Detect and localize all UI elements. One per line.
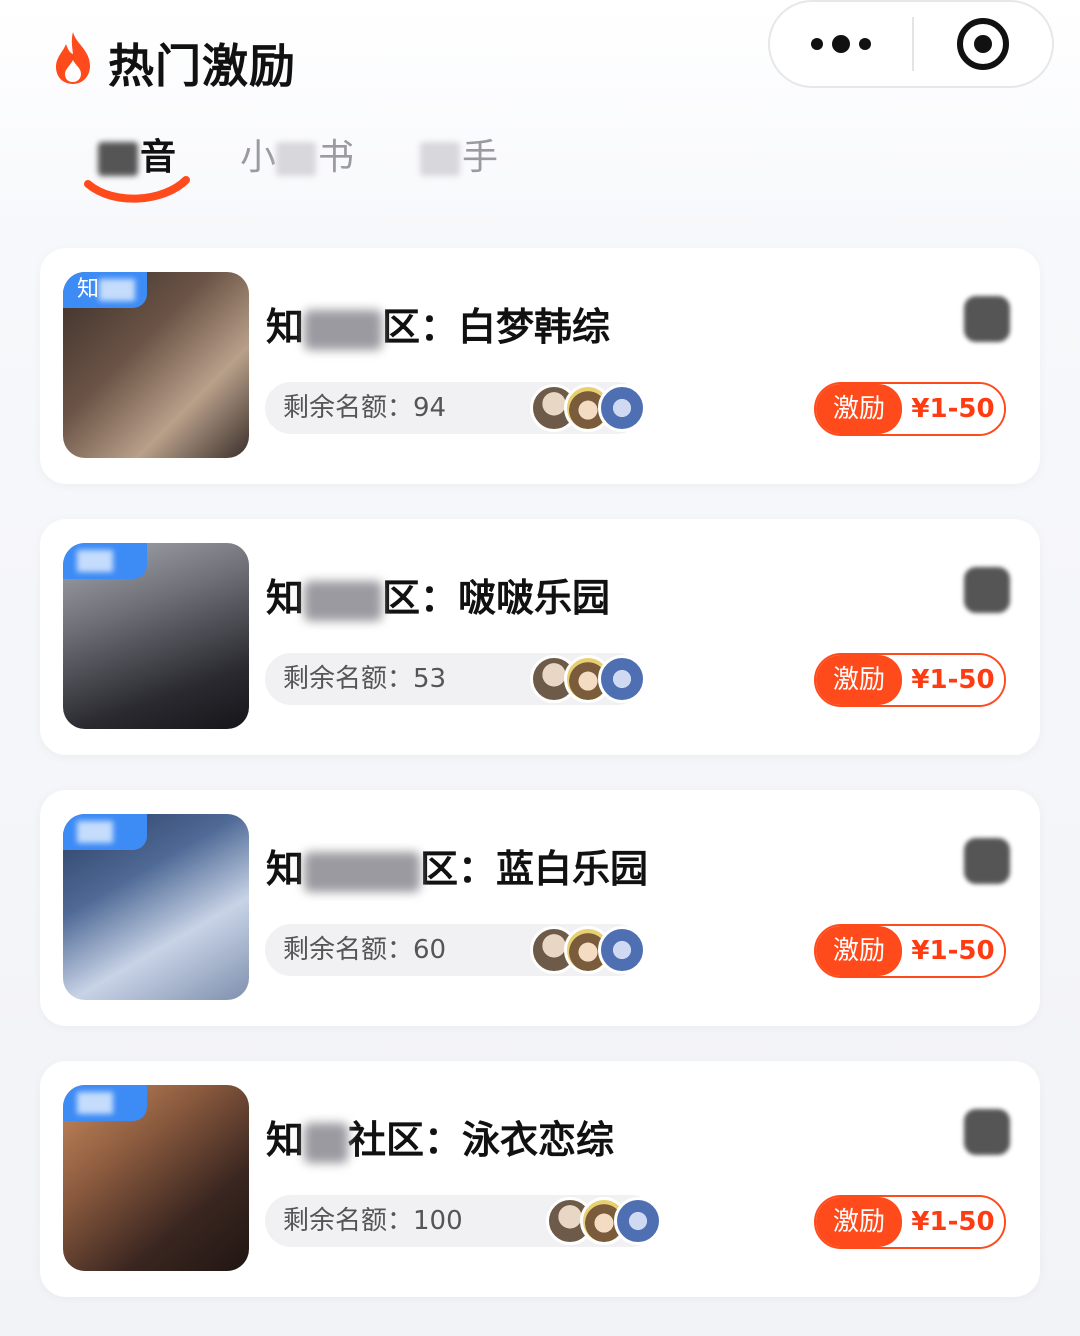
participant-avatars [530, 655, 646, 703]
quota-value: 53 [413, 664, 447, 694]
reward-button[interactable]: 激励 ¥1-50 [814, 1195, 1006, 1249]
target-icon [957, 18, 1009, 70]
reward-button[interactable]: 激励 ¥1-50 [814, 924, 1006, 978]
title-prefix: 知 [266, 847, 305, 891]
publisher-avatar [964, 1109, 1010, 1155]
title-suffix: 社区：泳衣恋综 [348, 1118, 615, 1162]
close-button[interactable] [914, 18, 1052, 70]
reward-amount: ¥1-50 [902, 384, 1004, 434]
title-suffix: 区：蓝白乐园 [420, 847, 649, 891]
participant-avatars [530, 384, 646, 432]
blurred-text [304, 309, 383, 350]
publisher-avatar [964, 838, 1010, 884]
card-title: 知 区：啵啵乐园 [266, 567, 610, 622]
quota-label: 剩余名额： [283, 393, 414, 423]
cover-image [63, 814, 249, 1000]
task-card[interactable]: 知 区：啵啵乐园 剩余名额：53 激励 ¥1-50 [40, 519, 1040, 755]
reward-amount: ¥1-50 [902, 926, 1004, 976]
blurred-text [99, 279, 136, 301]
quota-value: 94 [413, 393, 447, 423]
platform-tag: 知 [63, 272, 147, 308]
task-card[interactable]: 知 区：蓝白乐园 剩余名额：60 激励 ¥1-50 [40, 790, 1040, 1026]
more-button[interactable] [770, 2, 912, 86]
avatar [598, 655, 646, 703]
avatar [614, 1197, 662, 1245]
title-prefix: 知 [266, 1118, 305, 1162]
card-title: 知社区：泳衣恋综 [266, 1109, 614, 1164]
reward-label: 激励 [816, 384, 902, 434]
title-suffix: 区：白梦韩综 [382, 305, 611, 349]
participant-avatars [530, 926, 646, 974]
platform-tag [63, 1085, 147, 1121]
task-card[interactable]: 知 知区：白梦韩综 剩余名额：94 激励 ¥1-50 [40, 248, 1040, 484]
reward-label: 激励 [816, 655, 902, 705]
quota-label: 剩余名额： [283, 935, 414, 965]
tab-kuaishou[interactable]: 手 [420, 128, 498, 180]
card-title: 知 区：蓝白乐园 [266, 838, 648, 893]
blurred-text [276, 142, 317, 176]
cover-image: 知 [63, 272, 249, 458]
cover-image [63, 1085, 249, 1271]
blurred-text [304, 580, 383, 621]
reward-amount: ¥1-50 [902, 1197, 1004, 1247]
page: 热门激励 音 小书 手 知 知区：白梦韩综 剩余名额：94 激励 ¥1-50 知… [0, 0, 1080, 1336]
more-dot-center [832, 35, 850, 53]
reward-label: 激励 [816, 1197, 902, 1247]
title-suffix: 区：啵啵乐园 [382, 576, 611, 620]
blurred-text [304, 851, 421, 892]
tab-label-end: 书 [318, 137, 355, 178]
quota-label: 剩余名额： [283, 1206, 414, 1236]
card-title: 知 区：白梦韩综 [266, 296, 610, 351]
mini-program-capsule [768, 0, 1054, 88]
active-tab-underline [84, 176, 190, 203]
blurred-text [304, 1122, 349, 1163]
tab-label: 手 [462, 137, 499, 178]
tab-label-start: 小 [240, 137, 277, 178]
participant-avatars [546, 1197, 662, 1245]
reward-label: 激励 [816, 926, 902, 976]
avatar [598, 926, 646, 974]
more-dot-right [859, 38, 871, 50]
reward-amount: ¥1-50 [902, 655, 1004, 705]
quota-value: 60 [413, 935, 447, 965]
title-prefix: 知 [266, 305, 305, 349]
quota-label: 剩余名额： [283, 664, 414, 694]
platform-tag [63, 814, 147, 850]
blurred-text [77, 821, 113, 843]
avatar [598, 384, 646, 432]
blurred-text [77, 550, 113, 572]
target-icon-center [974, 35, 992, 53]
header: 热门激励 [0, 0, 1080, 110]
quota-value: 100 [413, 1206, 463, 1236]
blurred-text [98, 142, 138, 176]
reward-button[interactable]: 激励 ¥1-50 [814, 653, 1006, 707]
reward-button[interactable]: 激励 ¥1-50 [814, 382, 1006, 436]
blurred-text [77, 1092, 113, 1114]
task-card[interactable]: 知社区：泳衣恋综 剩余名额：100 激励 ¥1-50 [40, 1061, 1040, 1297]
cover-image [63, 543, 249, 729]
more-dots-icon [811, 38, 823, 50]
platform-tag [63, 543, 147, 579]
page-title: 热门激励 [108, 39, 296, 93]
blurred-text [420, 142, 460, 176]
title-prefix: 知 [266, 576, 305, 620]
tag-text: 知 [77, 277, 100, 302]
publisher-avatar [964, 567, 1010, 613]
flame-icon [56, 32, 90, 84]
publisher-avatar [964, 296, 1010, 342]
tab-xiaohongshu[interactable]: 小书 [240, 128, 354, 180]
